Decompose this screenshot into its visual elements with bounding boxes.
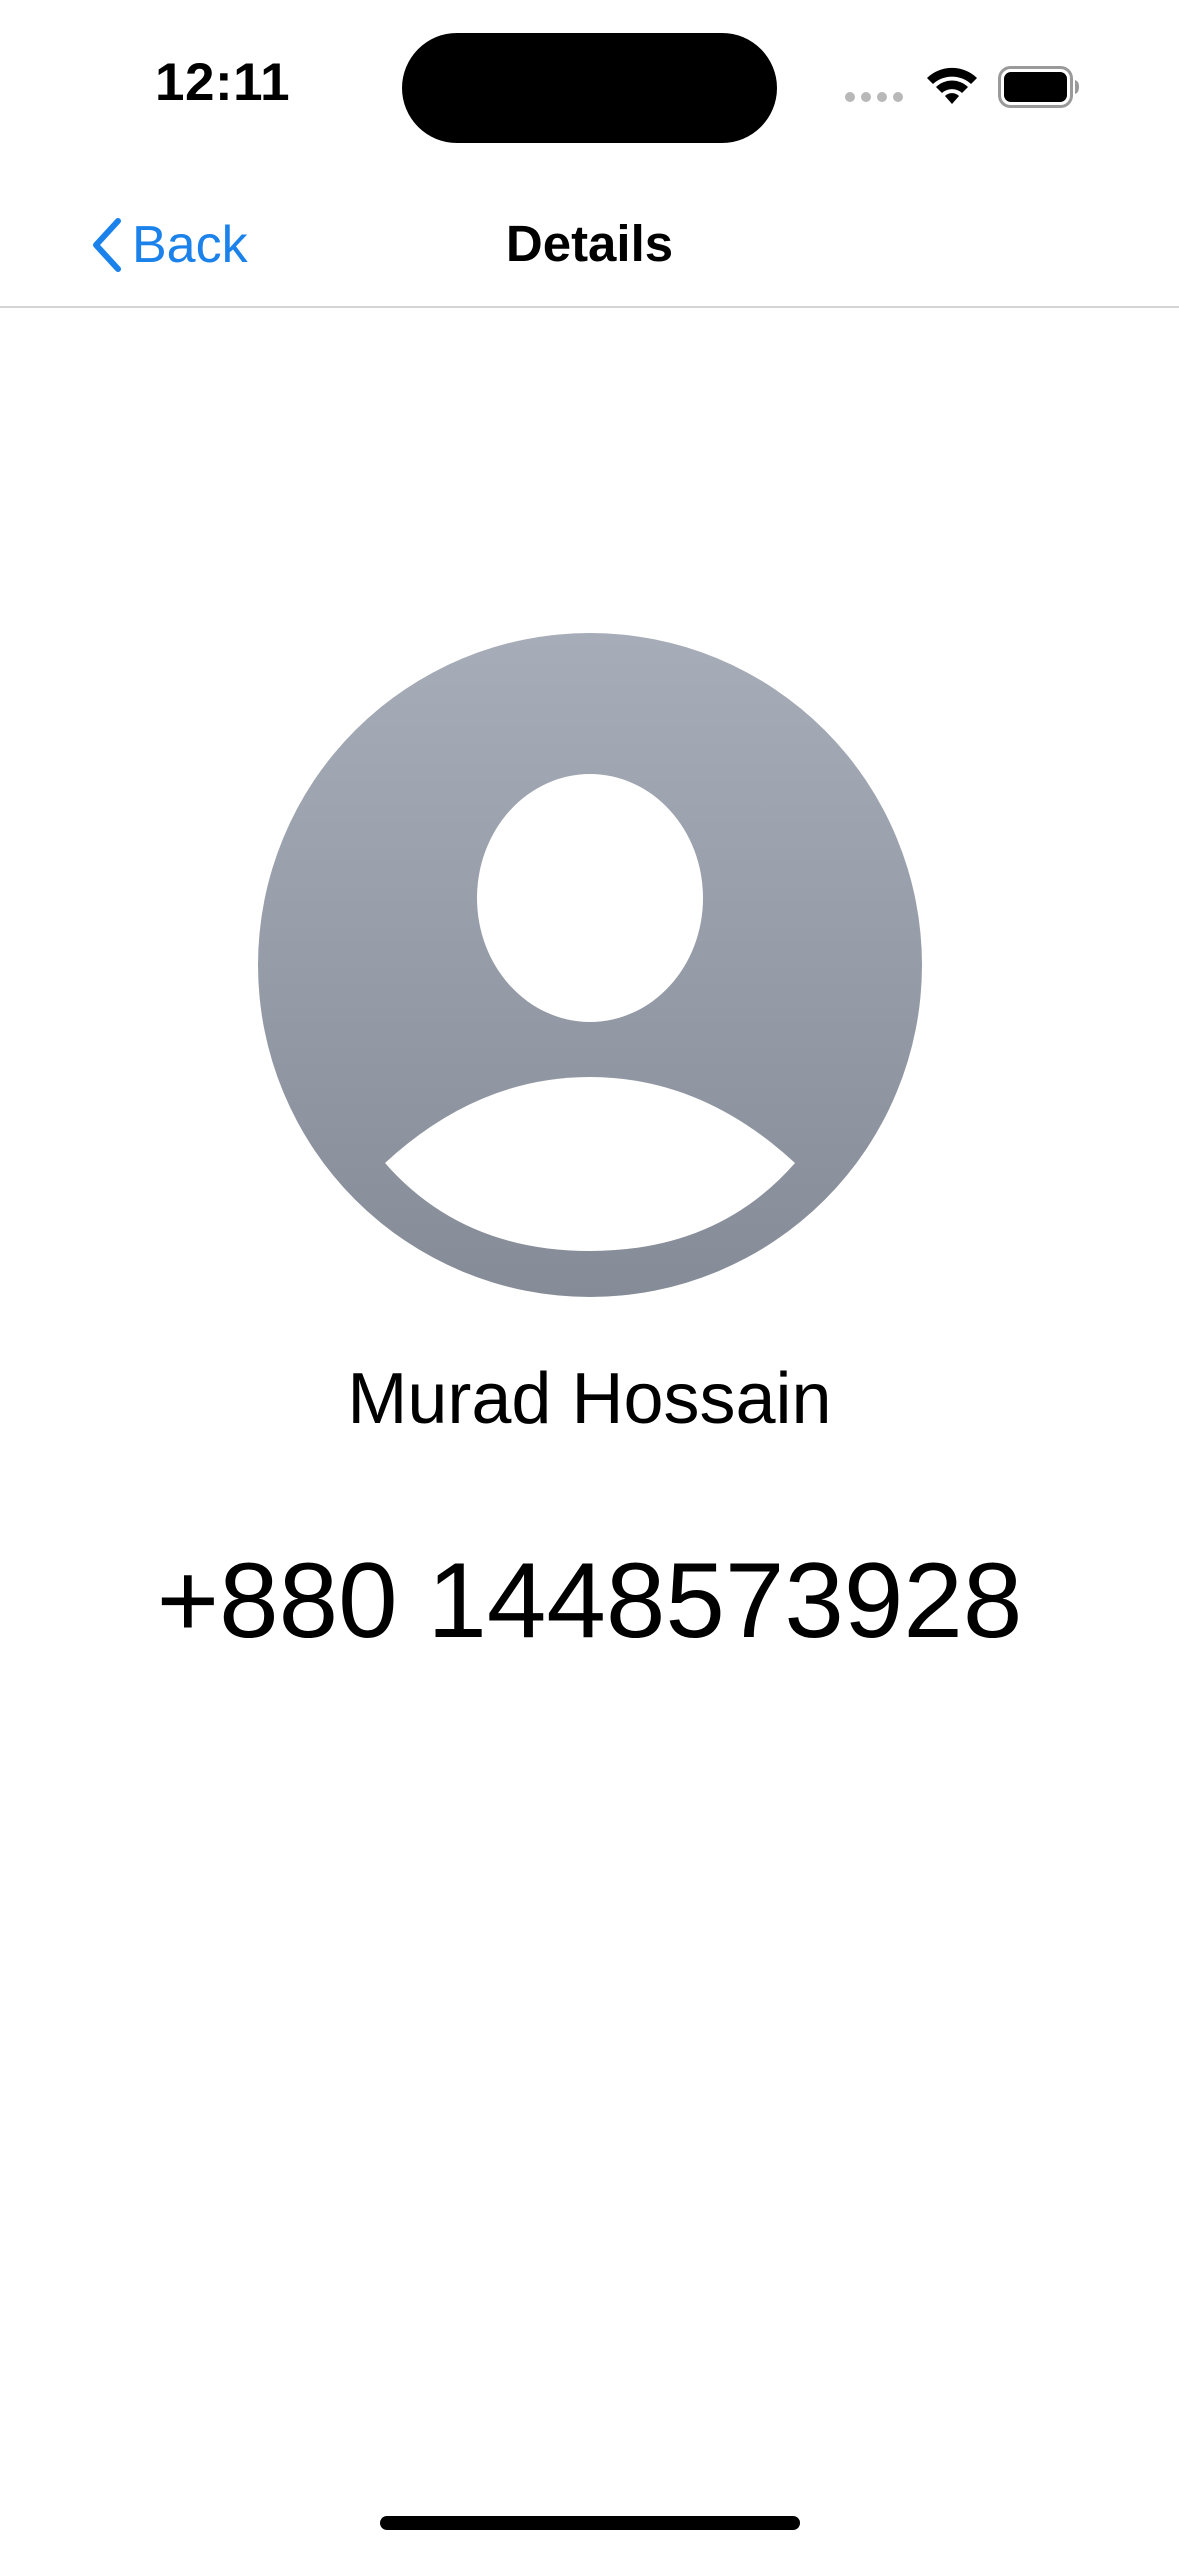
wifi-icon	[927, 67, 977, 104]
status-bar: 12:11	[0, 0, 1179, 170]
person-placeholder-icon	[258, 633, 922, 1297]
navigation-bar: Back Details	[0, 180, 1179, 308]
home-indicator[interactable]	[380, 2516, 800, 2530]
contact-phone: +880 1448573928	[156, 1540, 1023, 1660]
page-title: Details	[505, 215, 674, 272]
battery-icon	[998, 66, 1079, 108]
dynamic-island	[402, 33, 777, 143]
signal-icon	[845, 92, 903, 102]
status-time: 12:11	[155, 53, 291, 112]
contact-name: Murad Hossain	[347, 1359, 832, 1439]
